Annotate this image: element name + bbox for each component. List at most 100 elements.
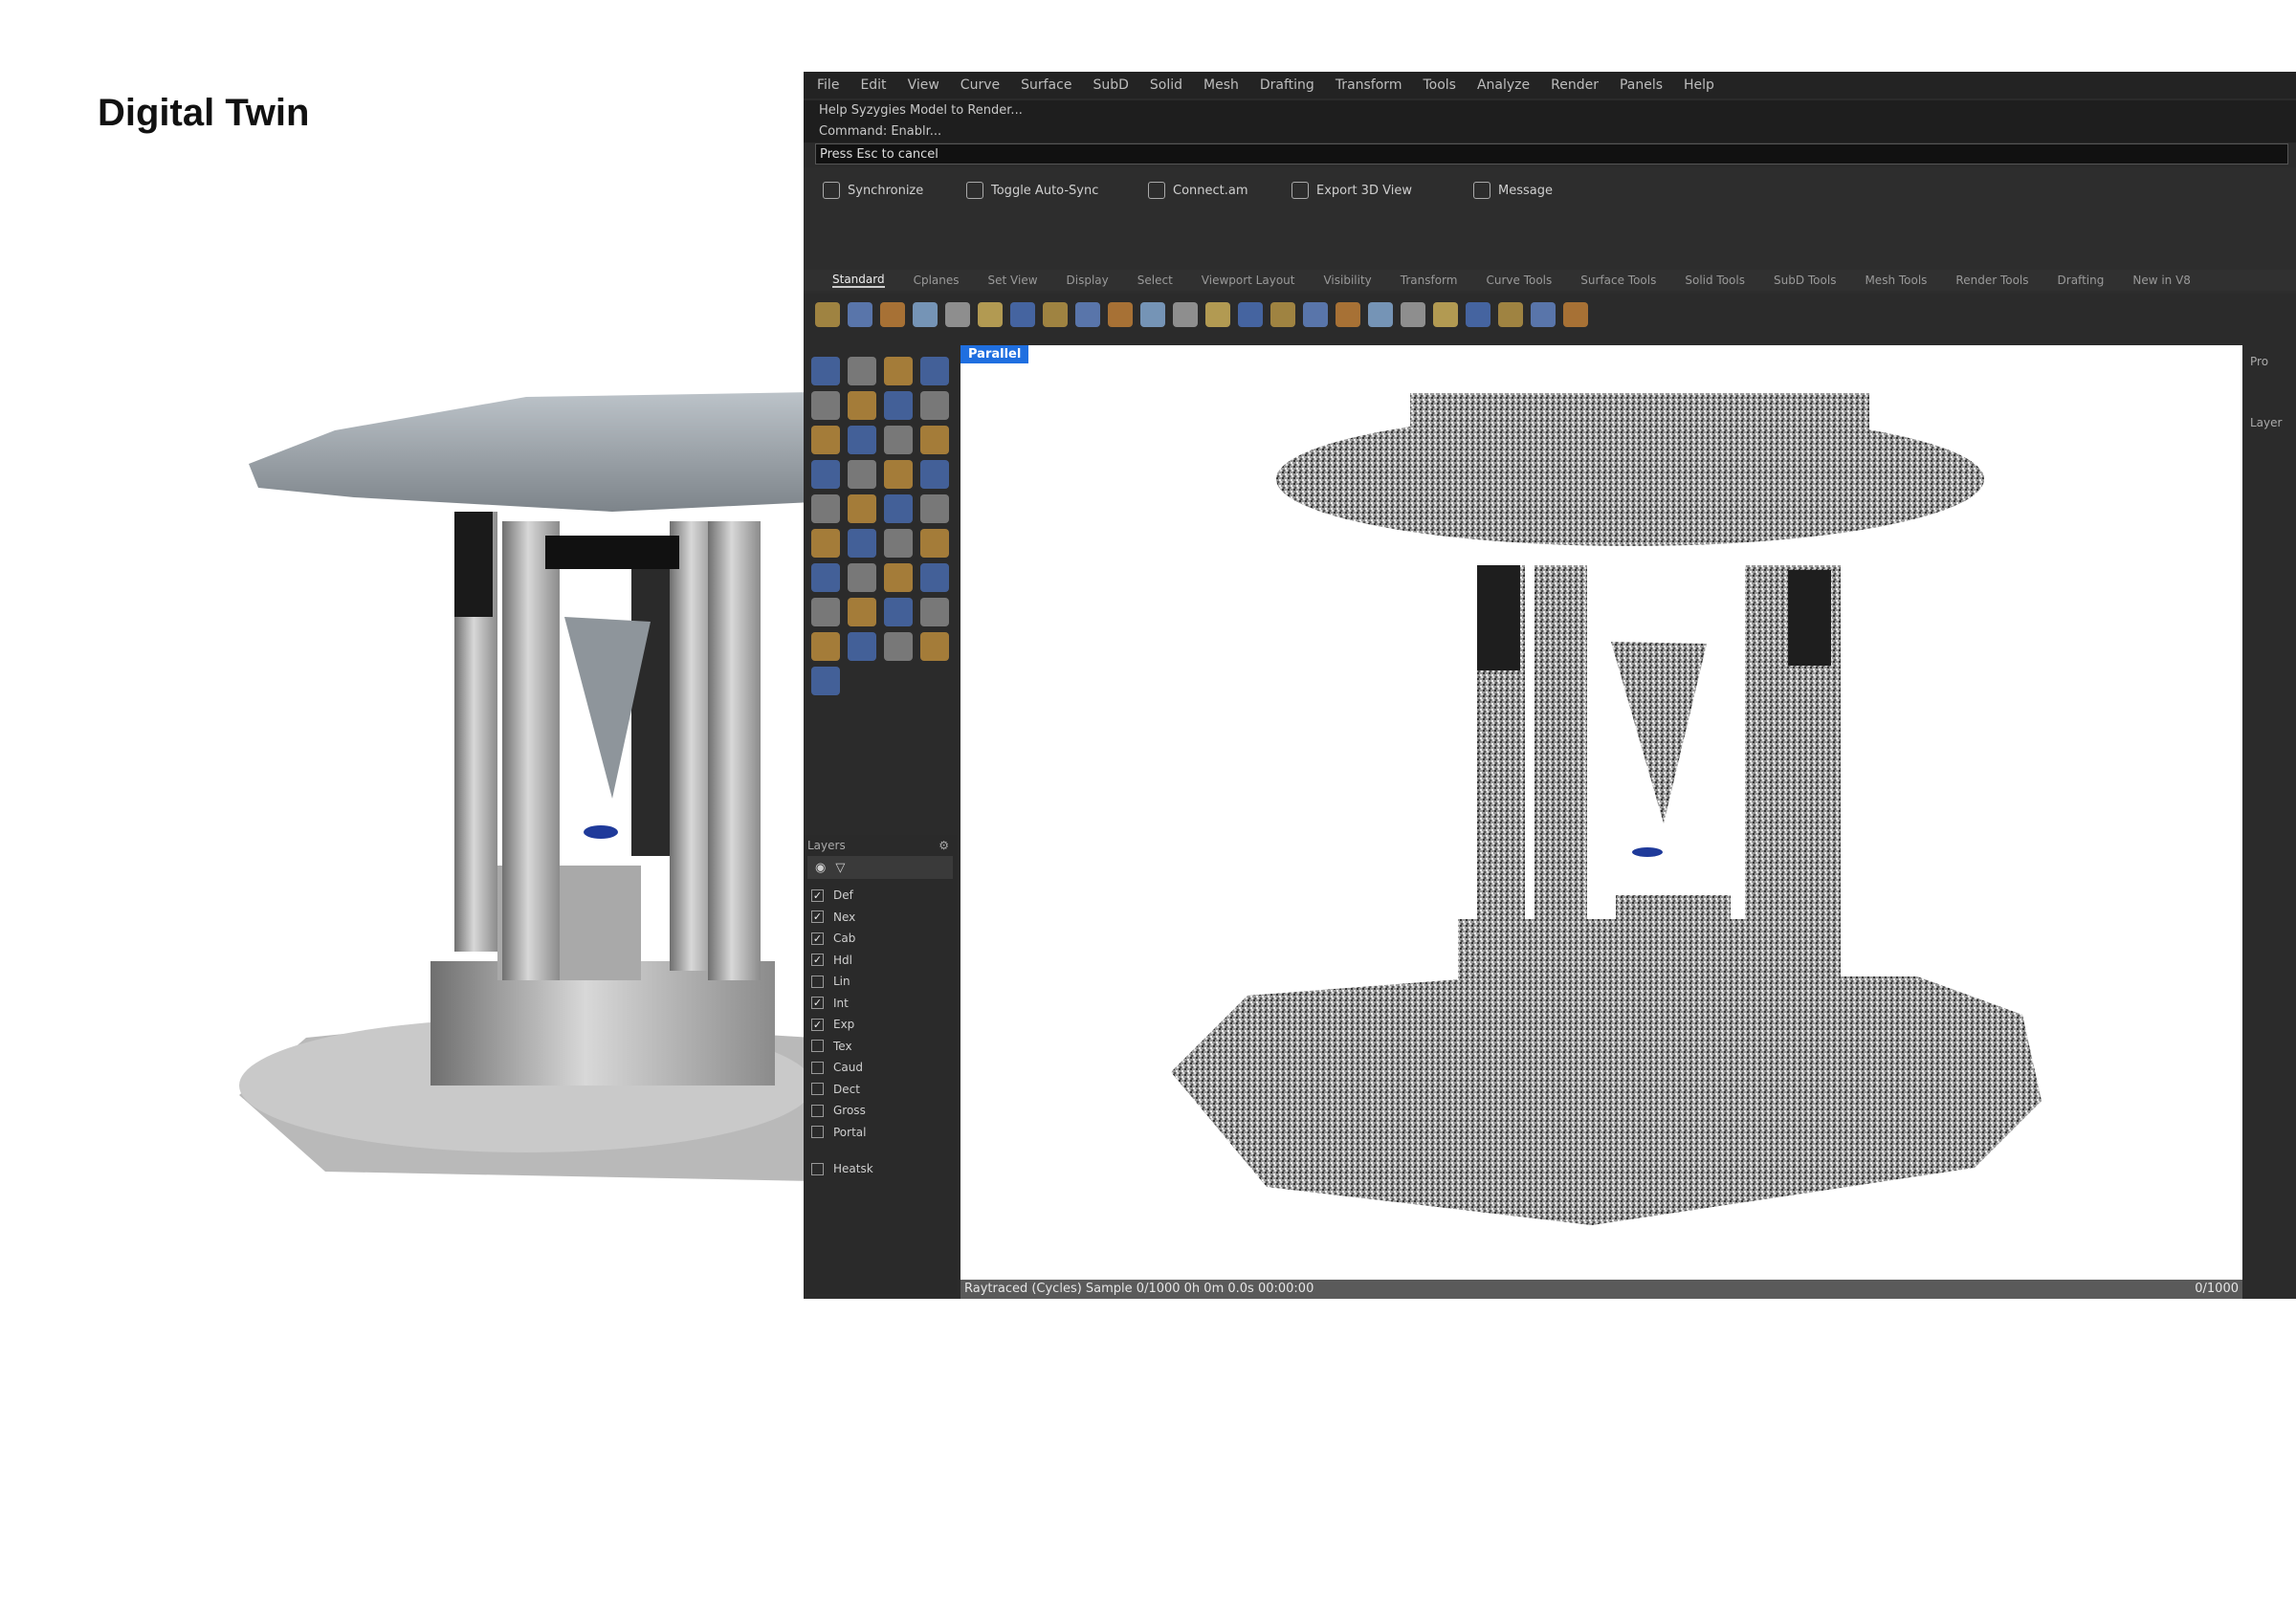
tool-icon[interactable] bbox=[811, 494, 840, 523]
tool-icon[interactable] bbox=[811, 357, 840, 385]
layer-row[interactable]: Gross bbox=[804, 1100, 957, 1122]
menu-tools[interactable]: Tools bbox=[1423, 77, 1456, 93]
tool-icon[interactable] bbox=[1466, 302, 1490, 327]
gear-icon[interactable]: ⚙ bbox=[938, 835, 949, 856]
tool-icon[interactable] bbox=[920, 494, 949, 523]
tool-icon[interactable] bbox=[1433, 302, 1458, 327]
tool-icon[interactable] bbox=[1205, 302, 1230, 327]
layer-checkbox[interactable] bbox=[811, 975, 824, 988]
tool-icon[interactable] bbox=[884, 598, 913, 626]
tool-icon[interactable] bbox=[920, 632, 949, 661]
tool-icon[interactable] bbox=[848, 529, 876, 558]
tool-icon[interactable] bbox=[811, 426, 840, 454]
message-button[interactable]: Message bbox=[1473, 177, 1553, 204]
layer-row[interactable]: Caud bbox=[804, 1057, 957, 1079]
layer-row[interactable]: Dect bbox=[804, 1079, 957, 1101]
layer-checkbox[interactable]: ✓ bbox=[811, 910, 824, 924]
menu-solid[interactable]: Solid bbox=[1150, 77, 1182, 93]
tab-select[interactable]: Select bbox=[1137, 274, 1173, 287]
tool-icon[interactable] bbox=[848, 426, 876, 454]
menu-analyze[interactable]: Analyze bbox=[1477, 77, 1530, 93]
eye-icon[interactable]: ◉ bbox=[815, 861, 826, 875]
tool-icon[interactable] bbox=[920, 598, 949, 626]
tab-display[interactable]: Display bbox=[1067, 274, 1109, 287]
tool-icon[interactable] bbox=[1043, 302, 1068, 327]
layer-row[interactable]: ✓ Cab bbox=[804, 928, 957, 950]
tab-set-view[interactable]: Set View bbox=[988, 274, 1038, 287]
tool-icon[interactable] bbox=[1238, 302, 1263, 327]
menu-surface[interactable]: Surface bbox=[1021, 77, 1071, 93]
layer-row[interactable]: ✓ Exp bbox=[804, 1014, 957, 1036]
menu-curve[interactable]: Curve bbox=[960, 77, 1000, 93]
tool-icon[interactable] bbox=[848, 391, 876, 420]
tool-icon[interactable] bbox=[1303, 302, 1328, 327]
tab-new-in-v8[interactable]: New in V8 bbox=[2132, 274, 2191, 287]
tool-icon[interactable] bbox=[848, 598, 876, 626]
layer-checkbox[interactable]: ✓ bbox=[811, 954, 824, 967]
tool-icon[interactable] bbox=[811, 391, 840, 420]
tool-icon[interactable] bbox=[913, 302, 938, 327]
menu-mesh[interactable]: Mesh bbox=[1203, 77, 1239, 93]
viewport-label-parallel[interactable]: Parallel bbox=[960, 345, 1029, 363]
tool-icon[interactable] bbox=[1531, 302, 1556, 327]
tab-drafting[interactable]: Drafting bbox=[2058, 274, 2105, 287]
tool-icon[interactable] bbox=[1140, 302, 1165, 327]
tool-icon[interactable] bbox=[1401, 302, 1425, 327]
layer-checkbox[interactable] bbox=[811, 1104, 824, 1117]
tool-icon[interactable] bbox=[811, 632, 840, 661]
layer-row[interactable]: Heatsk bbox=[804, 1158, 957, 1180]
tool-icon[interactable] bbox=[848, 632, 876, 661]
menu-help[interactable]: Help bbox=[1684, 77, 1714, 93]
tool-icon[interactable] bbox=[848, 563, 876, 592]
tool-icon[interactable] bbox=[848, 357, 876, 385]
layer-tab[interactable]: Layer bbox=[2246, 378, 2296, 429]
layer-row[interactable]: Portal bbox=[804, 1122, 957, 1144]
toggle-auto-sync-button[interactable]: Toggle Auto-Sync bbox=[966, 177, 1098, 204]
menu-transform[interactable]: Transform bbox=[1336, 77, 1402, 93]
tab-surface-tools[interactable]: Surface Tools bbox=[1580, 274, 1656, 287]
tab-subd-tools[interactable]: SubD Tools bbox=[1774, 274, 1836, 287]
layer-row[interactable]: ✓ Int bbox=[804, 993, 957, 1015]
tool-icon[interactable] bbox=[811, 563, 840, 592]
tool-icon[interactable] bbox=[815, 302, 840, 327]
layer-checkbox[interactable]: ✓ bbox=[811, 1018, 824, 1031]
layer-row[interactable]: ✓ Hdl bbox=[804, 950, 957, 972]
tab-standard[interactable]: Standard bbox=[832, 273, 885, 288]
layer-row[interactable]: Tex bbox=[804, 1036, 957, 1058]
layer-checkbox[interactable]: ✓ bbox=[811, 932, 824, 945]
tool-icon[interactable] bbox=[848, 460, 876, 489]
tool-icon[interactable] bbox=[920, 426, 949, 454]
tool-icon[interactable] bbox=[1173, 302, 1198, 327]
tool-icon[interactable] bbox=[884, 494, 913, 523]
filter-icon[interactable]: ▽ bbox=[835, 861, 845, 875]
layer-checkbox[interactable] bbox=[811, 1162, 824, 1175]
layer-checkbox[interactable] bbox=[811, 1061, 824, 1074]
menu-render[interactable]: Render bbox=[1551, 77, 1599, 93]
tool-icon[interactable] bbox=[1270, 302, 1295, 327]
layer-row[interactable]: ✓ Nex bbox=[804, 907, 957, 929]
synchronize-button[interactable]: Synchronize bbox=[823, 177, 923, 204]
viewport[interactable] bbox=[960, 345, 2242, 1280]
tool-icon[interactable] bbox=[1336, 302, 1360, 327]
tool-icon[interactable] bbox=[1075, 302, 1100, 327]
tab-solid-tools[interactable]: Solid Tools bbox=[1685, 274, 1745, 287]
export-3d-view-button[interactable]: Export 3D View bbox=[1292, 177, 1412, 204]
tab-viewport-layout[interactable]: Viewport Layout bbox=[1202, 274, 1295, 287]
tab-transform[interactable]: Transform bbox=[1401, 274, 1458, 287]
tool-icon[interactable] bbox=[945, 302, 970, 327]
properties-tab[interactable]: Pro bbox=[2246, 345, 2296, 378]
tool-icon[interactable] bbox=[920, 357, 949, 385]
tool-icon[interactable] bbox=[811, 460, 840, 489]
tool-icon[interactable] bbox=[1108, 302, 1133, 327]
layer-row[interactable]: ✓ Def bbox=[804, 885, 957, 907]
tool-icon[interactable] bbox=[884, 632, 913, 661]
tool-icon[interactable] bbox=[811, 667, 840, 695]
tool-icon[interactable] bbox=[920, 563, 949, 592]
tool-icon[interactable] bbox=[1010, 302, 1035, 327]
menu-subd[interactable]: SubD bbox=[1093, 77, 1128, 93]
tab-cplanes[interactable]: Cplanes bbox=[914, 274, 960, 287]
tool-icon[interactable] bbox=[811, 598, 840, 626]
tool-icon[interactable] bbox=[920, 529, 949, 558]
tab-curve-tools[interactable]: Curve Tools bbox=[1486, 274, 1552, 287]
tool-icon[interactable] bbox=[884, 357, 913, 385]
